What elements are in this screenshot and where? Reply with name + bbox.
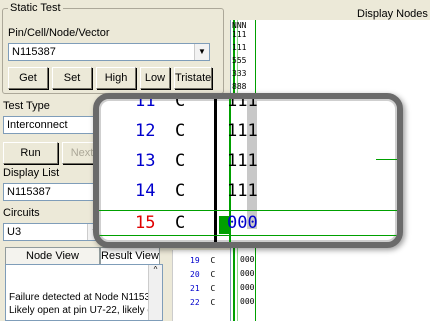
scrollbar[interactable]: ^ — [148, 265, 162, 320]
high-button[interactable]: High — [96, 67, 136, 89]
pin-value: N115387 — [12, 46, 56, 58]
circuits-value: U3 — [7, 226, 22, 238]
tristate-button[interactable]: Tristate — [174, 67, 212, 89]
low-button[interactable]: Low — [140, 67, 170, 89]
row-type: C — [210, 256, 216, 265]
wave-value: 000 — [240, 297, 255, 306]
wave-header: 333 — [232, 69, 247, 78]
result-text-area[interactable]: Failure detected at Node N115387 Likely … — [5, 264, 163, 321]
wave-header: 888 — [232, 82, 247, 91]
row-number: 11 — [135, 93, 156, 111]
pin-combobox[interactable]: N115387 ▼ — [8, 43, 210, 61]
list-item: 13 C 111 — [99, 151, 397, 173]
list-item-failed: 15 C 000 — [99, 213, 397, 235]
row-number: 13 — [135, 151, 156, 171]
row-values: 000 — [227, 213, 258, 233]
chevron-down-icon[interactable]: ▼ — [194, 44, 209, 60]
scroll-up-icon[interactable]: ^ — [149, 265, 162, 274]
wave-header: 555 — [232, 56, 247, 65]
list-item: 19 C — [190, 256, 215, 265]
test-type-select[interactable]: Interconnect — [3, 116, 103, 134]
display-list-label: Display List — [3, 167, 60, 179]
wave-value: 000 — [240, 255, 255, 264]
run-button[interactable]: Run — [3, 142, 58, 164]
row-type: C — [175, 213, 186, 233]
tab-node-view[interactable]: Node View — [5, 247, 100, 265]
get-button[interactable]: Get — [8, 67, 48, 89]
row-number: 15 — [135, 213, 156, 233]
tab-result-view[interactable]: Result View — [100, 247, 160, 265]
display-nodes-label: Display Nodes — [357, 8, 428, 20]
wave-value: 000 — [240, 269, 255, 278]
row-number: 14 — [135, 181, 156, 201]
list-item: 12 C 111 — [99, 121, 397, 143]
set-button[interactable]: Set — [52, 67, 92, 89]
display-list-field[interactable]: N115387 — [3, 183, 103, 201]
static-test-label: Static Test — [8, 2, 63, 14]
wave-header: NNN — [232, 21, 247, 30]
list-item: 14 C 111 — [99, 181, 397, 203]
circuits-label: Circuits — [3, 207, 40, 219]
row-type: C — [175, 93, 186, 111]
row-type: C — [210, 298, 216, 307]
pin-label: Pin/Cell/Node/Vector — [8, 27, 110, 39]
row-type: C — [210, 284, 216, 293]
list-item: 20 C — [190, 270, 215, 279]
test-type-label: Test Type — [3, 100, 50, 112]
list-item: 21 C — [190, 284, 215, 293]
row-type: C — [210, 270, 216, 279]
row-type: C — [175, 121, 186, 141]
wave-value: 000 — [240, 283, 255, 292]
row-number: 22 — [190, 298, 200, 307]
row-number: 21 — [190, 284, 200, 293]
row-number: 12 — [135, 121, 156, 141]
circuits-combobox[interactable]: U3 ▼ — [3, 223, 103, 241]
row-values: 111 — [227, 93, 258, 111]
row-values: 111 — [227, 181, 258, 201]
row-type: C — [175, 151, 186, 171]
list-item: 22 C — [190, 298, 215, 307]
row-number: 19 — [190, 256, 200, 265]
result-line: Likely open at pin U7-22, likely op — [9, 305, 159, 316]
wave-header: 111 — [232, 30, 247, 39]
magnifier-frame: 11 C 111 12 C 111 13 C 111 14 C 111 15 C… — [93, 93, 403, 248]
fail-row-line — [99, 210, 397, 211]
wave-header: 111 — [232, 43, 247, 52]
row-number: 20 — [190, 270, 200, 279]
result-line: Failure detected at Node N115387 — [9, 292, 162, 303]
list-item: 11 C 111 — [99, 93, 397, 113]
row-values: 111 — [227, 121, 258, 141]
row-values: 111 — [227, 151, 258, 171]
row-type: C — [175, 181, 186, 201]
fail-row-line — [99, 235, 397, 236]
